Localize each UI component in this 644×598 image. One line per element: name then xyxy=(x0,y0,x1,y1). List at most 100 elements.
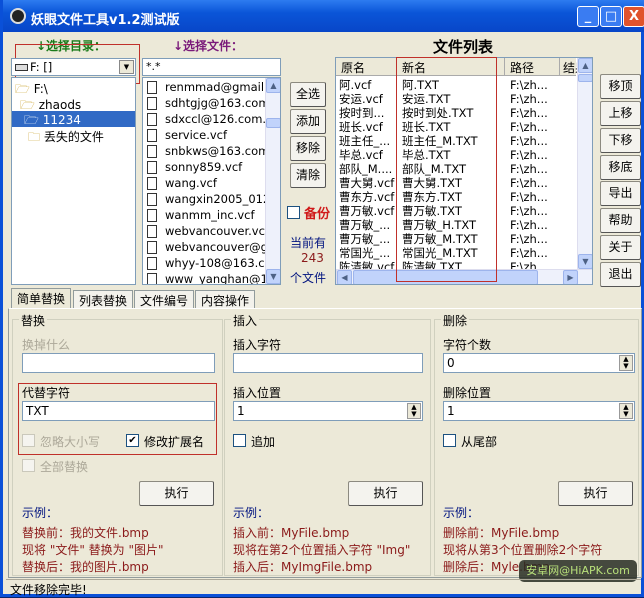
file-item[interactable]: webvancouver.vcf xyxy=(145,223,265,239)
from-end-label: 从尾部 xyxy=(461,435,498,449)
path: F:\zh... xyxy=(510,78,548,92)
replace-all-label: 全部替换 xyxy=(40,460,89,474)
file-label: ↓选择文件： xyxy=(173,39,244,53)
help-button[interactable]: 帮助 xyxy=(600,208,641,233)
replace-exec-button[interactable]: 执行 xyxy=(139,481,214,506)
replace-title: 替换 xyxy=(19,312,48,329)
file-list[interactable]: renmmad@gmail.comsdhtgjg@163.com.vcfsdxc… xyxy=(142,77,281,285)
remove-button[interactable]: 移除 xyxy=(290,136,326,161)
move-top-button[interactable]: 移顶 xyxy=(600,74,641,99)
file-icon xyxy=(147,161,157,174)
delete-exec-button[interactable]: 执行 xyxy=(558,481,633,506)
scroll-left-icon[interactable]: ◀ xyxy=(337,270,352,284)
file-item[interactable]: sdhtgjg@163.com.vcf xyxy=(145,95,265,111)
main-window: 妖眼文件工具v1.2测试版 _ □ X ↓选择目录： ↓选择文件： F: [] … xyxy=(0,0,644,597)
replace-all-checkbox[interactable] xyxy=(22,459,35,472)
window-title: 妖眼文件工具v1.2测试版 xyxy=(31,13,180,28)
chevron-down-icon[interactable]: ▼ xyxy=(119,60,134,74)
exit-button[interactable]: 退出 xyxy=(600,262,641,287)
drive-icon xyxy=(15,64,28,71)
scroll-thumb[interactable] xyxy=(578,74,592,82)
about-button[interactable]: 关于 xyxy=(600,235,641,260)
example-label: 示例： xyxy=(233,506,270,520)
tab-content-ops[interactable]: 内容操作 xyxy=(195,290,256,308)
insert-exec-button[interactable]: 执行 xyxy=(348,481,423,506)
file-icon xyxy=(147,97,157,110)
move-bottom-button[interactable]: 移底 xyxy=(600,155,641,180)
file-icon xyxy=(147,113,157,126)
path: F:\zh... xyxy=(510,148,548,162)
backup-checkbox[interactable] xyxy=(287,206,300,219)
delete-pos-stepper[interactable]: 1 ▲ ▼ xyxy=(443,401,635,421)
file-item[interactable]: whyy-108@163.com. xyxy=(145,255,265,271)
original-name: 班长.vcf xyxy=(339,120,383,134)
insert-chars-input[interactable] xyxy=(233,353,423,373)
tab-list-replace[interactable]: 列表替换 xyxy=(73,290,134,308)
list-vscrollbar[interactable]: ▲ ▼ xyxy=(577,58,592,269)
original-name: 毕总.vcf xyxy=(339,148,383,162)
delete-count-stepper[interactable]: 0 ▲ ▼ xyxy=(443,353,635,373)
original-name: 按时到... xyxy=(339,106,385,120)
insert-group: 插入 插入字符 插入位置 1 ▲ ▼ 追加 执行 示例： 插入前：MyFile.bm… xyxy=(224,312,431,576)
spinner-icon[interactable]: ▲ ▼ xyxy=(619,355,633,371)
original-name: 常国光_... xyxy=(339,246,391,260)
clear-button[interactable]: 清除 xyxy=(290,163,326,188)
path: F:\zh... xyxy=(510,120,548,134)
what-input[interactable] xyxy=(22,353,215,373)
drive-select[interactable]: F: [] ▼ xyxy=(11,58,136,76)
move-up-button[interactable]: 上移 xyxy=(600,101,641,126)
title-bar: 妖眼文件工具v1.2测试版 _ □ X xyxy=(3,0,644,32)
file-item[interactable]: sdxccl@126.com.vcf xyxy=(145,111,265,127)
file-icon xyxy=(147,177,157,190)
file-item[interactable]: renmmad@gmail.com xyxy=(145,79,265,95)
filter-input[interactable]: *.* xyxy=(142,58,281,76)
col-original[interactable]: 原名 xyxy=(336,58,397,76)
scroll-down-icon[interactable]: ▼ xyxy=(578,254,592,269)
example-line: 插入后：MyImgFile.bmp xyxy=(233,560,373,574)
export-button[interactable]: 导出 xyxy=(600,181,641,206)
file-item[interactable]: wang.vcf xyxy=(145,175,265,191)
original-name: 部队_M.... xyxy=(339,162,393,176)
scroll-thumb[interactable] xyxy=(266,118,280,128)
move-down-button[interactable]: 下移 xyxy=(600,128,641,153)
add-button[interactable]: 添加 xyxy=(290,109,326,134)
file-item[interactable]: sonny859.vcf xyxy=(145,159,265,175)
count-suffix: 个文件 xyxy=(290,271,327,285)
file-item[interactable]: wanmm_inc.vcf xyxy=(145,207,265,223)
tree-item[interactable]: 🗀 丢失的文件 xyxy=(28,128,104,149)
scroll-up-icon[interactable]: ▲ xyxy=(578,58,592,73)
file-item[interactable]: service.vcf xyxy=(145,127,265,143)
file-icon xyxy=(147,257,157,270)
append-checkbox[interactable] xyxy=(233,434,246,447)
highlight-box xyxy=(396,57,497,282)
tree-item-selected[interactable]: 🗁 11234 xyxy=(12,111,135,127)
status-bar: 文件移除完毕! xyxy=(6,579,641,597)
file-list-scrollbar[interactable]: ▲ ▼ xyxy=(265,78,280,284)
spinner-icon[interactable]: ▲ ▼ xyxy=(407,403,421,419)
file-icon xyxy=(147,81,157,94)
delete-count-label: 字符个数 xyxy=(443,338,492,352)
spinner-icon[interactable]: ▲ ▼ xyxy=(619,403,633,419)
file-item[interactable]: snbkws@163.com.vcf xyxy=(145,143,265,159)
delete-group: 删除 字符个数 0 ▲ ▼ 删除位置 1 ▲ ▼ 从尾部 执行 示例： 删除前：MyFi… xyxy=(434,312,639,576)
select-all-button[interactable]: 全选 xyxy=(290,82,326,107)
minimize-button[interactable]: _ xyxy=(577,6,599,27)
what-label: 换掉什么 xyxy=(22,338,71,352)
original-name: 班主任_... xyxy=(339,134,391,148)
file-item[interactable]: www_yanghan@163 xyxy=(145,271,265,284)
original-name: 曹万敏_... xyxy=(339,218,391,232)
tab-simple-replace[interactable]: 简单替换 xyxy=(11,288,72,309)
file-item[interactable]: webvancouver@gma xyxy=(145,239,265,255)
tab-file-number[interactable]: 文件编号 xyxy=(134,290,195,308)
file-icon xyxy=(147,209,157,222)
file-item[interactable]: wangxin2005_01250! xyxy=(145,191,265,207)
scroll-right-icon[interactable]: ▶ xyxy=(563,270,578,284)
from-end-checkbox[interactable] xyxy=(443,434,456,447)
dir-tree[interactable]: 🗁 F:\ 🗁 zhaods 🗁 11234 🗀 丢失的文件 xyxy=(11,77,136,285)
col-path[interactable]: 路径 xyxy=(505,58,560,76)
scroll-up-icon[interactable]: ▲ xyxy=(266,78,280,93)
insert-pos-stepper[interactable]: 1 ▲ ▼ xyxy=(233,401,423,421)
maximize-button[interactable]: □ xyxy=(600,6,622,27)
close-button[interactable]: X xyxy=(623,6,644,27)
scroll-down-icon[interactable]: ▼ xyxy=(266,269,280,284)
